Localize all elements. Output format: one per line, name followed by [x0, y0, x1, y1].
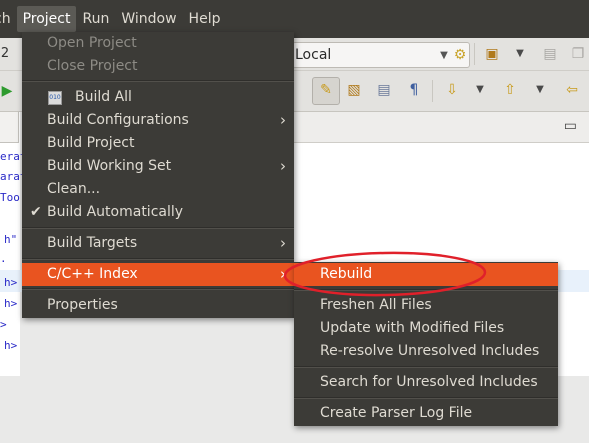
pilcrow-icon[interactable]: ¶ [404, 80, 424, 100]
back-icon[interactable]: ⇦ [562, 80, 582, 100]
code-line: arat [0, 170, 22, 183]
project-menu: Open Project Close Project 010 Build All… [22, 32, 294, 318]
menu-item-build-project[interactable]: Build Project [22, 132, 294, 155]
submenu-item-update-modified-files[interactable]: Update with Modified Files [294, 317, 558, 340]
menu-help[interactable]: Help [183, 6, 227, 32]
copy-icon[interactable]: ❐ [568, 44, 588, 64]
minimize-icon[interactable]: ▭ [564, 118, 577, 134]
gear-icon[interactable]: ⚙ [451, 47, 469, 63]
prev-annotation-icon[interactable]: ⇧ [500, 80, 520, 100]
run-icon[interactable]: ▶ [0, 81, 14, 101]
next-annotation-icon[interactable]: ⇩ [442, 80, 462, 100]
menu-separator [294, 367, 558, 368]
submenu-item-search-unresolved-includes[interactable]: Search for Unresolved Includes [294, 371, 558, 394]
chevron-right-icon: › [280, 265, 286, 283]
highlight-icon: ✎ [320, 82, 332, 98]
menu-item-properties[interactable]: Properties [22, 294, 294, 317]
submenu-item-rebuild[interactable]: Rebuild [294, 263, 558, 286]
menu-separator [22, 289, 294, 290]
code-line: erat [0, 150, 22, 163]
chevron-down-icon[interactable]: ▼ [530, 80, 550, 100]
chevron-right-icon: › [280, 234, 286, 252]
code-line: > [0, 318, 7, 331]
new-icon[interactable]: ▣ [482, 44, 502, 64]
toolbar-separator [432, 80, 433, 102]
menu-separator [294, 398, 558, 399]
menu-separator [294, 290, 558, 291]
chevron-down-icon[interactable]: ▼ [470, 80, 490, 100]
format-icon[interactable]: ▧ [344, 80, 364, 100]
menu-separator [22, 228, 294, 229]
menu-item-build-configurations[interactable]: Build Configurations › [22, 109, 294, 132]
menu-item-build-targets[interactable]: Build Targets › [22, 232, 294, 255]
editor-tab-bar: ▭ [294, 112, 589, 143]
partial-field[interactable]: 2 [0, 44, 10, 64]
menu-separator [22, 81, 294, 82]
menu-project[interactable]: Project [16, 6, 77, 32]
menu-item-open-project[interactable]: Open Project [22, 32, 294, 55]
outline-icon[interactable]: ▤ [374, 80, 394, 100]
code-line: . [0, 252, 7, 265]
submenu-item-reresolve-includes[interactable]: Re-resolve Unresolved Includes [294, 340, 558, 363]
menu-item-close-project[interactable]: Close Project [22, 55, 294, 78]
menu-search-partial[interactable]: ch [0, 6, 17, 32]
cc-index-submenu: Rebuild Freshen All Files Update with Mo… [294, 262, 558, 426]
editor-tab[interactable] [0, 112, 19, 143]
menu-run[interactable]: Run [76, 6, 115, 32]
submenu-item-freshen-all-files[interactable]: Freshen All Files [294, 294, 558, 317]
menu-item-build-all[interactable]: 010 Build All [22, 86, 294, 109]
launch-target-value: Local [295, 47, 332, 63]
chevron-right-icon: › [280, 111, 286, 129]
code-line: Too [0, 191, 20, 204]
toolbar-separator [474, 43, 475, 65]
menu-item-build-working-set[interactable]: Build Working Set › [22, 155, 294, 178]
menu-separator [22, 259, 294, 260]
chevron-down-icon: ▼ [440, 49, 448, 61]
menu-window[interactable]: Window [115, 6, 182, 32]
code-line: h> [4, 339, 18, 352]
submenu-item-create-parser-log[interactable]: Create Parser Log File [294, 402, 558, 425]
chevron-down-icon[interactable]: ▼ [510, 44, 530, 64]
menu-item-build-automatically[interactable]: ✔ Build Automatically [22, 201, 294, 224]
menu-item-cc-index[interactable]: C/C++ Index › [22, 263, 294, 286]
chevron-right-icon: › [280, 157, 286, 175]
checkmark-icon: ✔ [30, 204, 42, 220]
save-icon[interactable]: ▤ [540, 44, 560, 64]
launch-target-combo[interactable]: Local ▼ ⚙ [292, 42, 470, 68]
menu-item-clean[interactable]: Clean... [22, 178, 294, 201]
build-all-icon: 010 [48, 91, 62, 105]
